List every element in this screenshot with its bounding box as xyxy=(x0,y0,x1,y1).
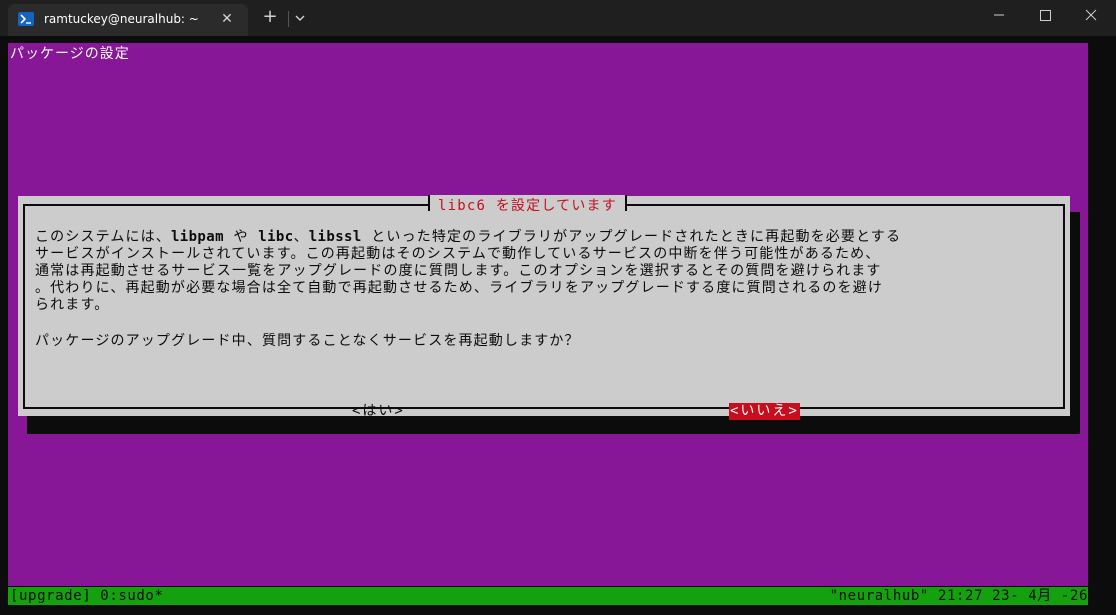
maximize-button[interactable] xyxy=(1022,4,1068,26)
status-right: "neuralhub" 21:27 23- 4月 -26 xyxy=(829,588,1088,604)
terminal-tab[interactable]: ramtuckey@neuralhub: ~ ✕ xyxy=(8,4,248,36)
message-text: られます。 xyxy=(35,297,110,313)
no-button[interactable]: <いいえ> xyxy=(729,403,800,420)
message-text: といった特定のライブラリがアップグレードされたときに再起動を必要とする xyxy=(361,229,902,245)
dialog-message-line: このシステムには、libpam や libc、libssl といった特定のライブ… xyxy=(35,229,901,246)
dialog-message-line: 。代わりに、再起動が必要な場合は全て自動で再起動させるため、ライブラリをアップグ… xyxy=(35,280,883,297)
minimize-button[interactable] xyxy=(976,4,1022,26)
message-text: や xyxy=(223,229,259,245)
backtitle: パッケージの設定 xyxy=(10,46,130,62)
message-text: このシステムには、 xyxy=(35,229,171,245)
message-text: 。代わりに、再起動が必要な場合は全て自動で再起動させるため、ライブラリをアップグ… xyxy=(35,280,883,296)
dialog-question: パッケージのアップグレード中、質問することなくサービスを再起動しますか？ xyxy=(35,333,580,349)
message-text: サービスがインストールされています。この再起動はそのシステムで動作しているサービ… xyxy=(35,246,881,262)
title-bar: ramtuckey@neuralhub: ~ ✕ + xyxy=(0,0,1116,36)
chevron-down-icon[interactable] xyxy=(292,9,308,27)
library-name: libc xyxy=(258,229,294,245)
tab-title: ramtuckey@neuralhub: ~ xyxy=(44,12,199,26)
library-name: libpam xyxy=(170,229,224,245)
terminal-area[interactable]: パッケージの設定 libc6 を設定しています このシステムには、libpam … xyxy=(0,36,1116,615)
dialog-message-line: 通常は再起動させるサービス一覧をアップグレードの度に質問します。このオプションを… xyxy=(35,263,882,280)
status-left: [upgrade] 0:sudo* xyxy=(10,588,164,604)
close-window-button[interactable] xyxy=(1068,4,1114,26)
dialog-message-line: られます。 xyxy=(35,297,109,314)
message-text: 、 xyxy=(293,229,309,245)
close-tab-icon[interactable]: ✕ xyxy=(218,10,236,28)
dialog-message-line: サービスがインストールされています。この再起動はそのシステムで動作しているサービ… xyxy=(35,246,880,263)
new-tab-button[interactable]: + xyxy=(260,8,280,28)
tmux-status-bar: [upgrade] 0:sudo* "neuralhub" 21:27 23- … xyxy=(8,587,1088,605)
library-name: libssl xyxy=(308,229,362,245)
tab-divider xyxy=(288,11,289,27)
scroll-marker xyxy=(0,46,3,56)
config-dialog: libc6 を設定しています このシステムには、libpam や libc、li… xyxy=(18,195,1070,420)
powershell-terminal-icon xyxy=(18,12,34,26)
yes-button[interactable]: <はい> xyxy=(351,403,406,420)
message-text: 通常は再起動させるサービス一覧をアップグレードの度に質問します。このオプションを… xyxy=(35,263,882,279)
dialog-title: libc6 を設定しています xyxy=(428,195,627,215)
